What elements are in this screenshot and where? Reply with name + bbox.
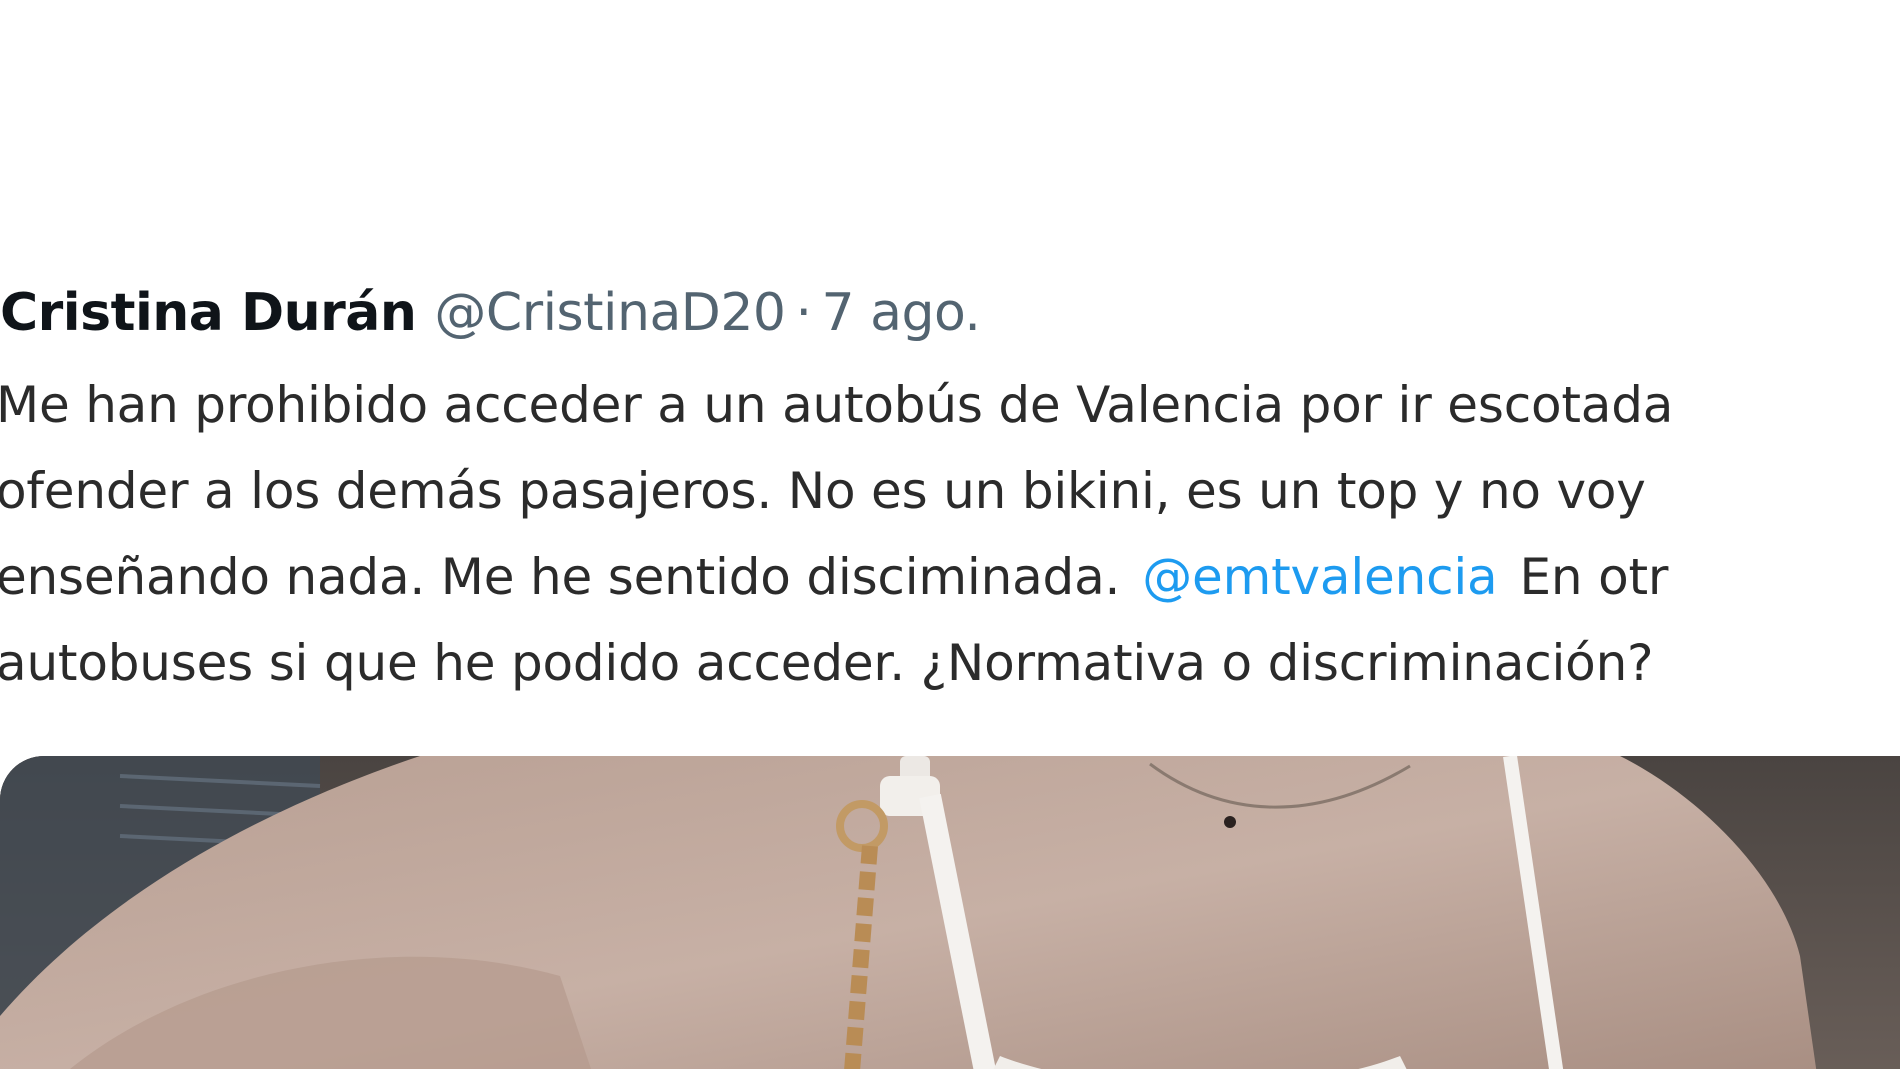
mention-link-emtvalencia[interactable]: @emtvalencia: [1142, 548, 1497, 606]
author-name[interactable]: Cristina Durán: [0, 283, 417, 343]
tweet-text-segment: autobuses si que he podido acceder. ¿Nor…: [0, 634, 1654, 692]
tweet-text-line: ofender a los demás pasajeros. No es un …: [0, 448, 1900, 534]
tweet-text-segment: ofender a los demás pasajeros. No es un …: [0, 462, 1646, 520]
tweet-photo-image: [0, 756, 1900, 1069]
tweet-text-line: Me han prohibido acceder a un autobús de…: [0, 362, 1900, 448]
tweet[interactable]: Cristina Durán @CristinaD20 · 7 ago. Me han…: [0, 0, 1900, 1069]
tweet-text-segment: Me han prohibido acceder a un autobús de…: [0, 376, 1674, 434]
tweet-header: Cristina Durán @CristinaD20 · 7 ago.: [0, 280, 981, 346]
tweet-text-line: autobuses si que he podido acceder. ¿Nor…: [0, 620, 1900, 706]
tweet-text: Me han prohibido acceder a un autobús de…: [0, 362, 1900, 706]
tweet-text-segment: En otr: [1519, 548, 1669, 606]
tweet-text-segment: enseñando nada. Me he sentido disciminad…: [0, 548, 1121, 606]
tweet-photo[interactable]: [0, 756, 1900, 1069]
tweet-text-line: enseñando nada. Me he sentido disciminad…: [0, 534, 1900, 620]
separator-dot: ·: [795, 283, 813, 343]
tweet-timestamp[interactable]: 7 ago.: [822, 283, 981, 343]
author-handle[interactable]: @CristinaD20: [434, 283, 786, 343]
